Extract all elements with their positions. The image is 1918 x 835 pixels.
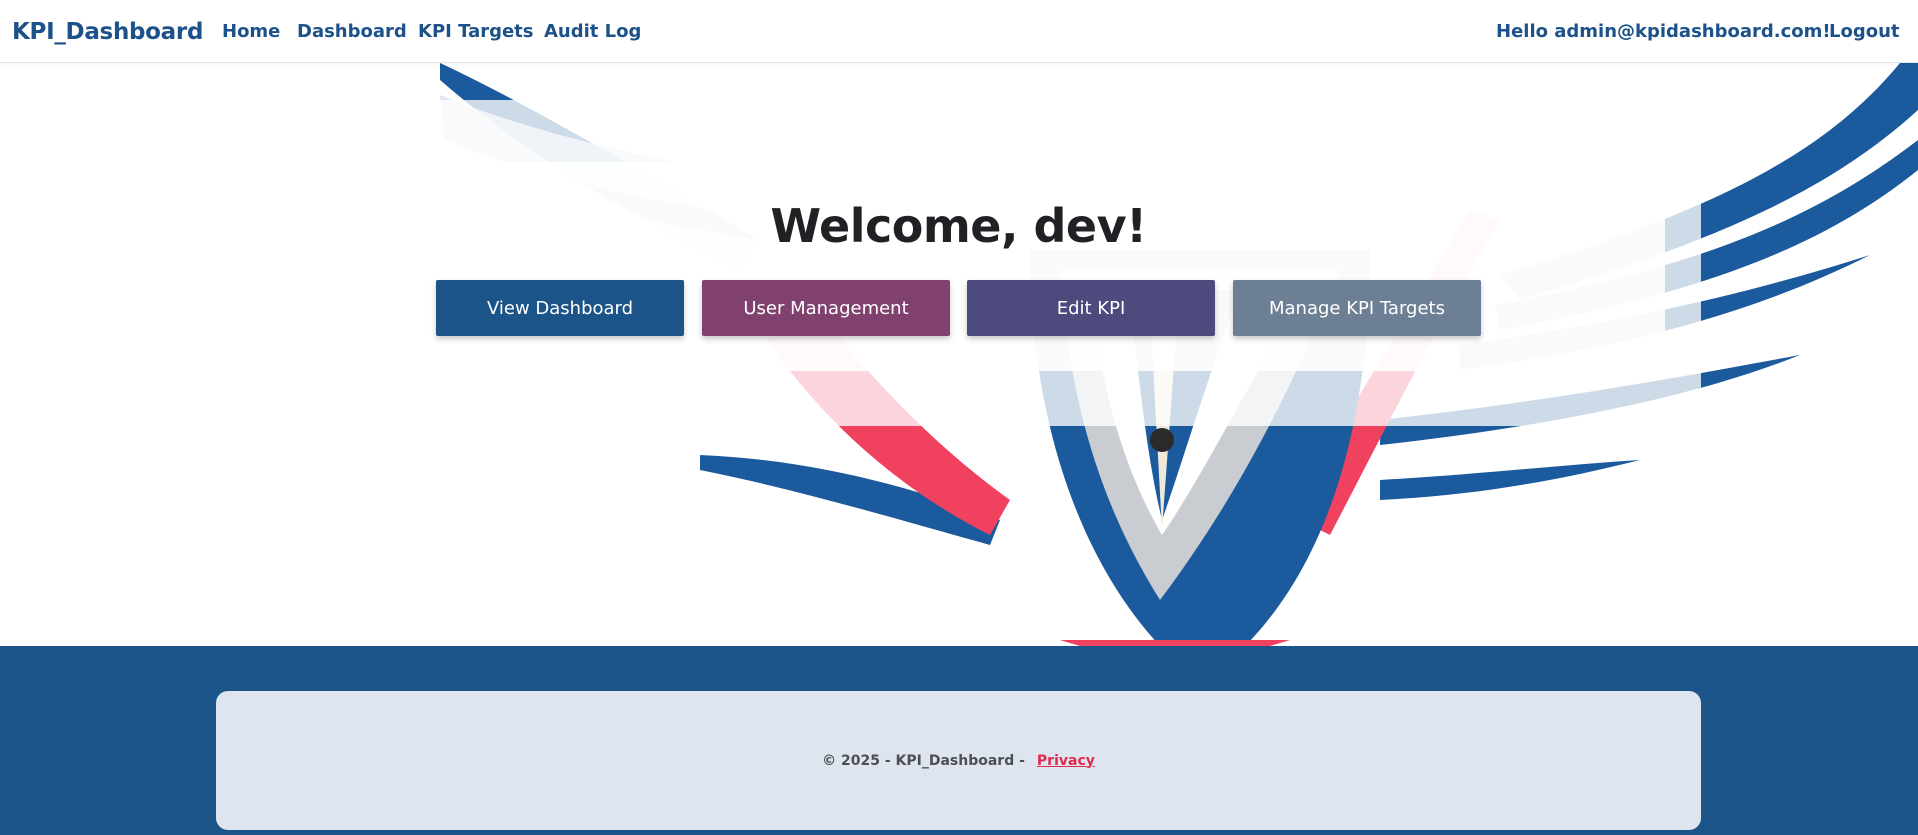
privacy-link[interactable]: Privacy bbox=[1037, 753, 1095, 769]
welcome-card: Welcome, dev! View Dashboard User Manage… bbox=[252, 162, 1665, 371]
footer-copyright: © 2025 - KPI_Dashboard - bbox=[822, 752, 1025, 769]
footer: © 2025 - KPI_Dashboard - Privacy bbox=[0, 646, 1918, 835]
nav-link-kpi-targets[interactable]: KPI Targets bbox=[418, 0, 534, 63]
nav-link-dashboard[interactable]: Dashboard bbox=[297, 0, 407, 63]
view-dashboard-button[interactable]: View Dashboard bbox=[436, 280, 684, 336]
user-management-button[interactable]: User Management bbox=[702, 280, 950, 336]
welcome-heading: Welcome, dev! bbox=[770, 199, 1147, 253]
logout-link[interactable]: Logout bbox=[1829, 0, 1900, 63]
footer-card: © 2025 - KPI_Dashboard - Privacy bbox=[216, 691, 1701, 830]
manage-kpi-targets-button[interactable]: Manage KPI Targets bbox=[1233, 280, 1481, 336]
edit-kpi-button[interactable]: Edit KPI bbox=[967, 280, 1215, 336]
nav-link-audit-log[interactable]: Audit Log bbox=[544, 0, 641, 63]
user-greeting-link[interactable]: Hello admin@kpidashboard.com! bbox=[1496, 0, 1831, 63]
brand-logo-link[interactable]: KPI_Dashboard bbox=[12, 0, 203, 63]
nav-link-home[interactable]: Home bbox=[222, 0, 280, 63]
navbar: KPI_Dashboard Home Dashboard KPI Targets… bbox=[0, 0, 1918, 63]
